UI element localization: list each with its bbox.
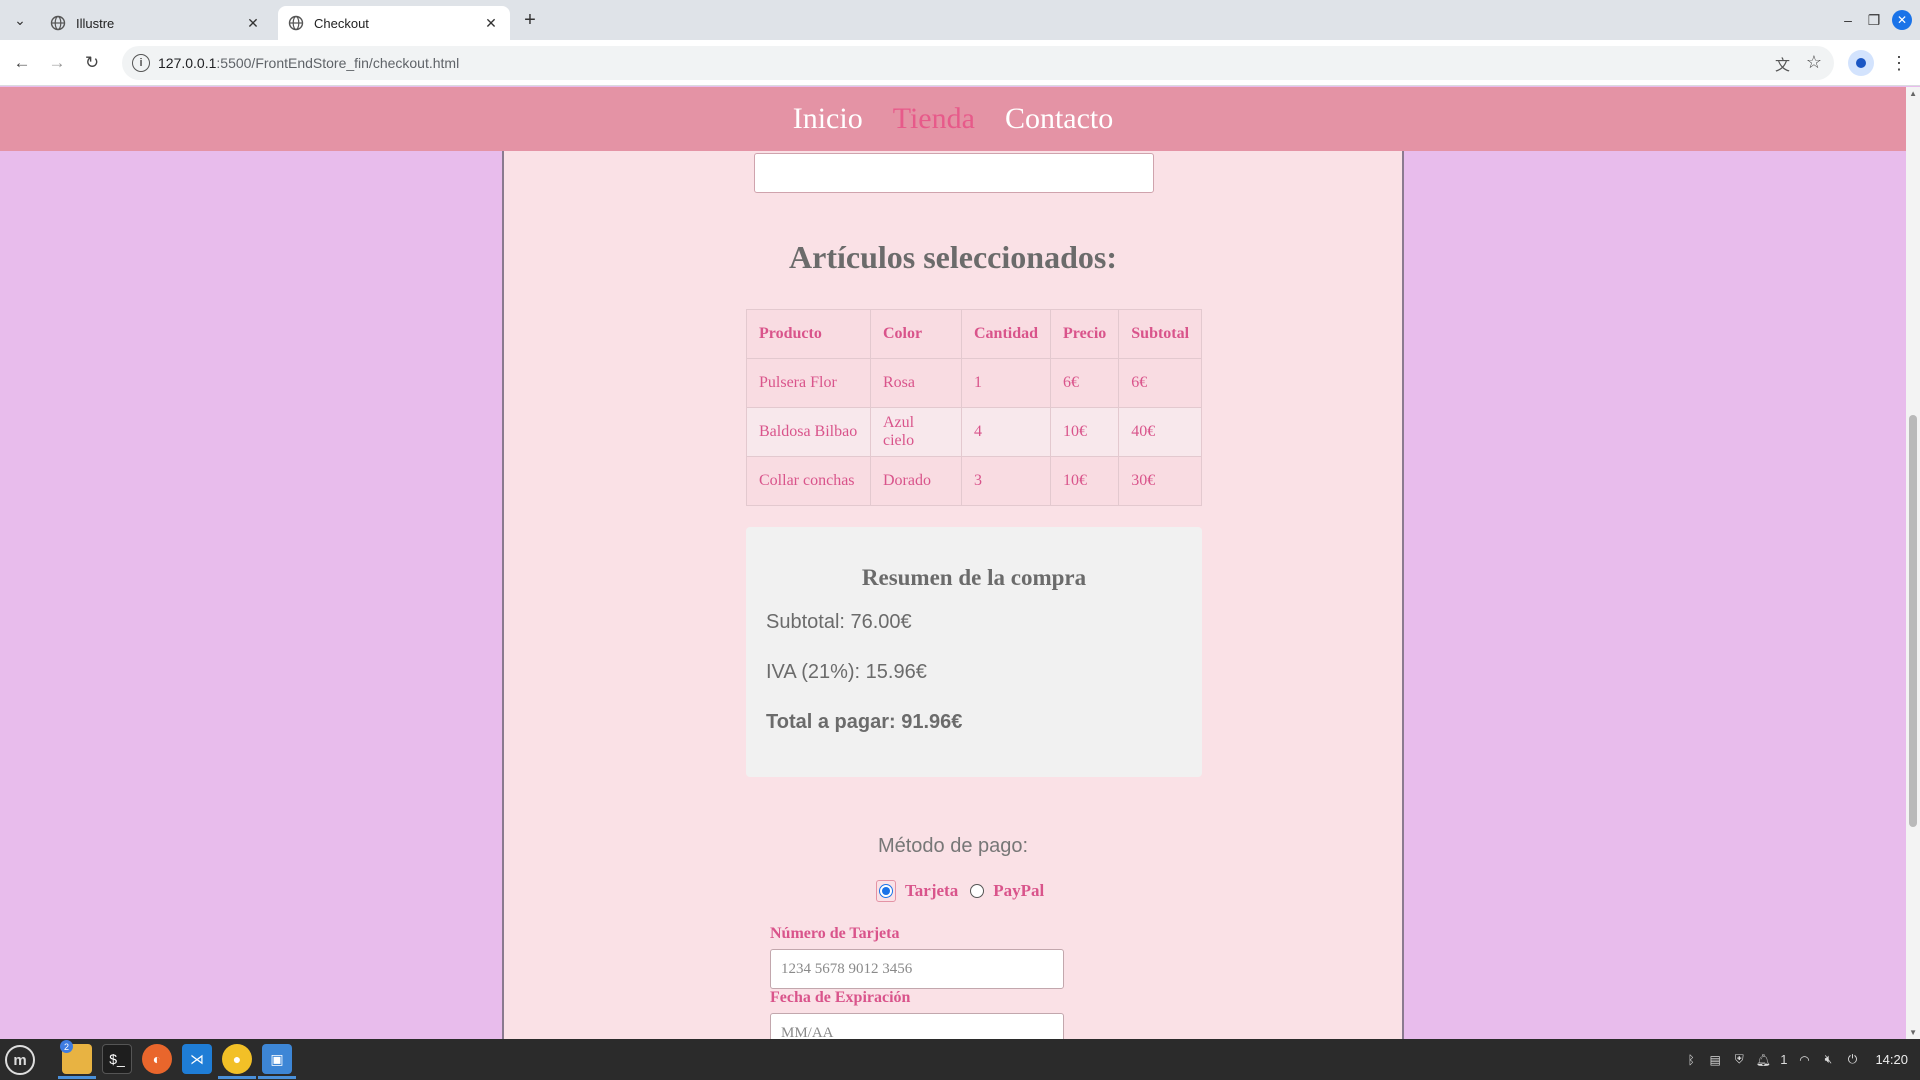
site-info-icon[interactable]: i [132,54,150,72]
browser-toolbar: ← → ↻ i 127.0.0.1:5500/FrontEndStore_fin… [0,40,1920,86]
globe-icon [288,15,304,31]
nav-link-tienda[interactable]: Tienda [893,102,975,136]
summary-iva: IVA (21%): 15.96€ [766,661,927,683]
cell-subtotal: 40€ [1118,407,1203,457]
tab-list-chevron-icon[interactable]: ⌄ [8,8,32,32]
scroll-up-arrow-icon[interactable]: ▲ [1909,89,1917,98]
page-scrollbar[interactable]: ▲ ▼ [1906,87,1920,1039]
address-bar[interactable]: i 127.0.0.1:5500/FrontEndStore_fin/check… [122,46,1834,80]
clipboard-icon[interactable]: ▤ [1708,1053,1722,1067]
column-header: Cantidad [960,309,1052,359]
reload-icon[interactable]: ↻ [80,51,104,75]
browser-tabstrip: ⌄ Illustre ✕ Checkout ✕ + – ❐ ✕ [0,0,1920,40]
table-row: Baldosa Bilbao Azul cielo 4 10€ 40€ [746,407,1203,457]
cell-color: Dorado [870,456,962,506]
site-navigation: Inicio Tienda Contacto [0,87,1906,151]
selected-items-heading: Artículos seleccionados: [789,239,1117,275]
power-icon[interactable]: ⏻ [1845,1052,1859,1067]
back-arrow-icon[interactable]: ← [10,51,34,75]
table-row: Pulsera Flor Rosa 1 6€ 6€ [746,358,1203,408]
notification-count: 1 [1780,1052,1788,1067]
column-header: Producto [746,309,871,359]
cell-color: Rosa [870,358,962,408]
expiry-date-label: Fecha de Expiración [770,989,911,1006]
radio-label-tarjeta[interactable]: Tarjeta [905,881,958,901]
card-number-label: Número de Tarjeta [770,925,900,942]
bluetooth-icon[interactable]: ᛒ [1684,1053,1698,1067]
cell-cantidad: 1 [960,358,1052,408]
cell-color: Azul cielo [870,407,962,457]
form-input-partial[interactable] [754,153,1154,193]
cell-producto: Baldosa Bilbao [746,407,871,457]
os-taskbar: m 2 $_ ◐ ⋊ ● ▣ ᛒ ▤ ⛨ 🔔︎ 1 ◠ 🔇︎ ⏻ 14:20 [0,1039,1920,1080]
shield-icon[interactable]: ⛨ [1732,1052,1746,1067]
volume-muted-icon[interactable]: 🔇︎ [1821,1052,1835,1067]
payment-method-label: Método de pago: [877,835,1029,857]
close-tab-icon[interactable]: ✕ [244,14,262,32]
tab-title: Illustre [76,15,115,31]
purchase-summary-box: Resumen de la compra Subtotal: 76.00€ IV… [746,527,1202,777]
system-tray: ᛒ ▤ ⛨ 🔔︎ 1 ◠ 🔇︎ ⏻ 14:20 [1684,1039,1920,1080]
cell-precio: 10€ [1050,456,1120,506]
scroll-down-arrow-icon[interactable]: ▼ [1909,1028,1917,1037]
url-host: 127.0.0.1 [158,55,217,71]
files-badge: 2 [60,1040,73,1053]
profile-avatar-icon[interactable] [1848,50,1874,76]
summary-title: Resumen de la compra [861,565,1087,590]
column-header: Precio [1050,309,1120,359]
notification-bell-icon[interactable]: 🔔︎ [1756,1053,1771,1067]
table-header-row: Producto Color Cantidad Precio Subtotal [746,309,1203,359]
firefox-app-icon[interactable]: ◐ [142,1044,172,1074]
new-tab-plus-icon[interactable]: + [518,8,542,32]
cell-producto: Collar conchas [746,456,871,506]
close-tab-icon[interactable]: ✕ [482,14,500,32]
mint-menu-icon[interactable]: m [5,1045,35,1075]
radio-tarjeta[interactable] [879,884,893,898]
radio-tarjeta-focus [876,880,896,902]
tab-title: Checkout [314,15,369,31]
cart-table: Producto Color Cantidad Precio Subtotal … [746,309,1203,506]
clock[interactable]: 14:20 [1875,1052,1908,1067]
wifi-icon[interactable]: ◠ [1797,1053,1811,1067]
browser-tab-illustre[interactable]: Illustre ✕ [40,6,272,40]
column-header: Subtotal [1118,309,1203,359]
forward-arrow-icon[interactable]: → [45,51,69,75]
payment-method-options: Tarjeta PayPal [876,880,1056,902]
cell-subtotal: 30€ [1118,456,1203,506]
nav-link-inicio[interactable]: Inicio [793,102,863,136]
summary-subtotal: Subtotal: 76.00€ [766,611,912,633]
chrome-app-icon[interactable]: ● [218,1044,256,1079]
close-window-icon[interactable]: ✕ [1892,10,1912,30]
globe-icon [50,15,66,31]
radio-paypal[interactable] [970,884,985,898]
expiry-date-input[interactable]: MM/AA [770,1013,1064,1039]
screenshot-app-icon[interactable]: ▣ [258,1044,296,1079]
bookmark-star-icon[interactable]: ☆ [1806,52,1822,73]
summary-total: Total a pagar: 91.96€ [766,711,963,733]
kebab-menu-icon[interactable]: ⋮ [1888,51,1910,75]
cell-producto: Pulsera Flor [746,358,871,408]
cell-precio: 6€ [1050,358,1120,408]
minimize-window-icon[interactable]: – [1836,8,1860,32]
url-text[interactable]: 127.0.0.1:5500/FrontEndStore_fin/checkou… [158,55,459,71]
scrollbar-thumb[interactable] [1909,415,1917,827]
table-row: Collar conchas Dorado 3 10€ 30€ [746,456,1203,506]
files-app-icon[interactable]: 2 [58,1040,96,1079]
checkout-card: Artículos seleccionados: Producto Color … [502,87,1404,1039]
cell-cantidad: 4 [960,407,1052,457]
cell-subtotal: 6€ [1118,358,1203,408]
column-header: Color [870,309,962,359]
nav-link-contacto[interactable]: Contacto [1005,102,1113,136]
cell-cantidad: 3 [960,456,1052,506]
page-viewport: Inicio Tienda Contacto Artículos selecci… [0,87,1920,1039]
cell-precio: 10€ [1050,407,1120,457]
card-number-input[interactable]: 1234 5678 9012 3456 [770,949,1064,989]
translate-icon[interactable]: 文 [1775,54,1790,75]
radio-label-paypal[interactable]: PayPal [993,881,1044,901]
browser-tab-checkout[interactable]: Checkout ✕ [278,6,510,40]
url-path: :5500/FrontEndStore_fin/checkout.html [216,55,460,71]
terminal-app-icon[interactable]: $_ [102,1044,132,1074]
vscode-app-icon[interactable]: ⋊ [182,1044,212,1074]
restore-window-icon[interactable]: ❐ [1862,8,1886,32]
